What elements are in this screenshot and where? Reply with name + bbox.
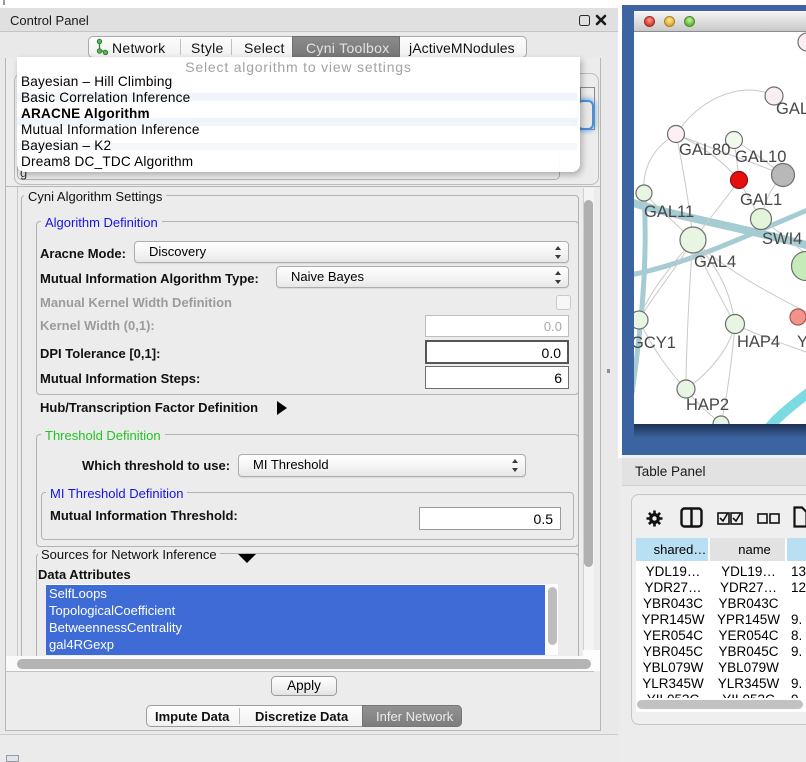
svg-text:HAP2: HAP2 — [686, 396, 729, 414]
svg-text:GAL4: GAL4 — [694, 253, 736, 271]
svg-text:GAL10: GAL10 — [735, 148, 786, 166]
svg-text:GAL80: GAL80 — [679, 141, 730, 159]
svg-text:Y: Y — [797, 333, 806, 351]
svg-text:HAP4: HAP4 — [737, 333, 780, 351]
svg-text:GAL7: GAL7 — [776, 100, 806, 118]
svg-text:SWI4: SWI4 — [762, 230, 802, 248]
svg-text:GAL11: GAL11 — [644, 203, 694, 221]
svg-text:GAL1: GAL1 — [740, 191, 782, 209]
svg-text:GCY1: GCY1 — [634, 334, 676, 352]
